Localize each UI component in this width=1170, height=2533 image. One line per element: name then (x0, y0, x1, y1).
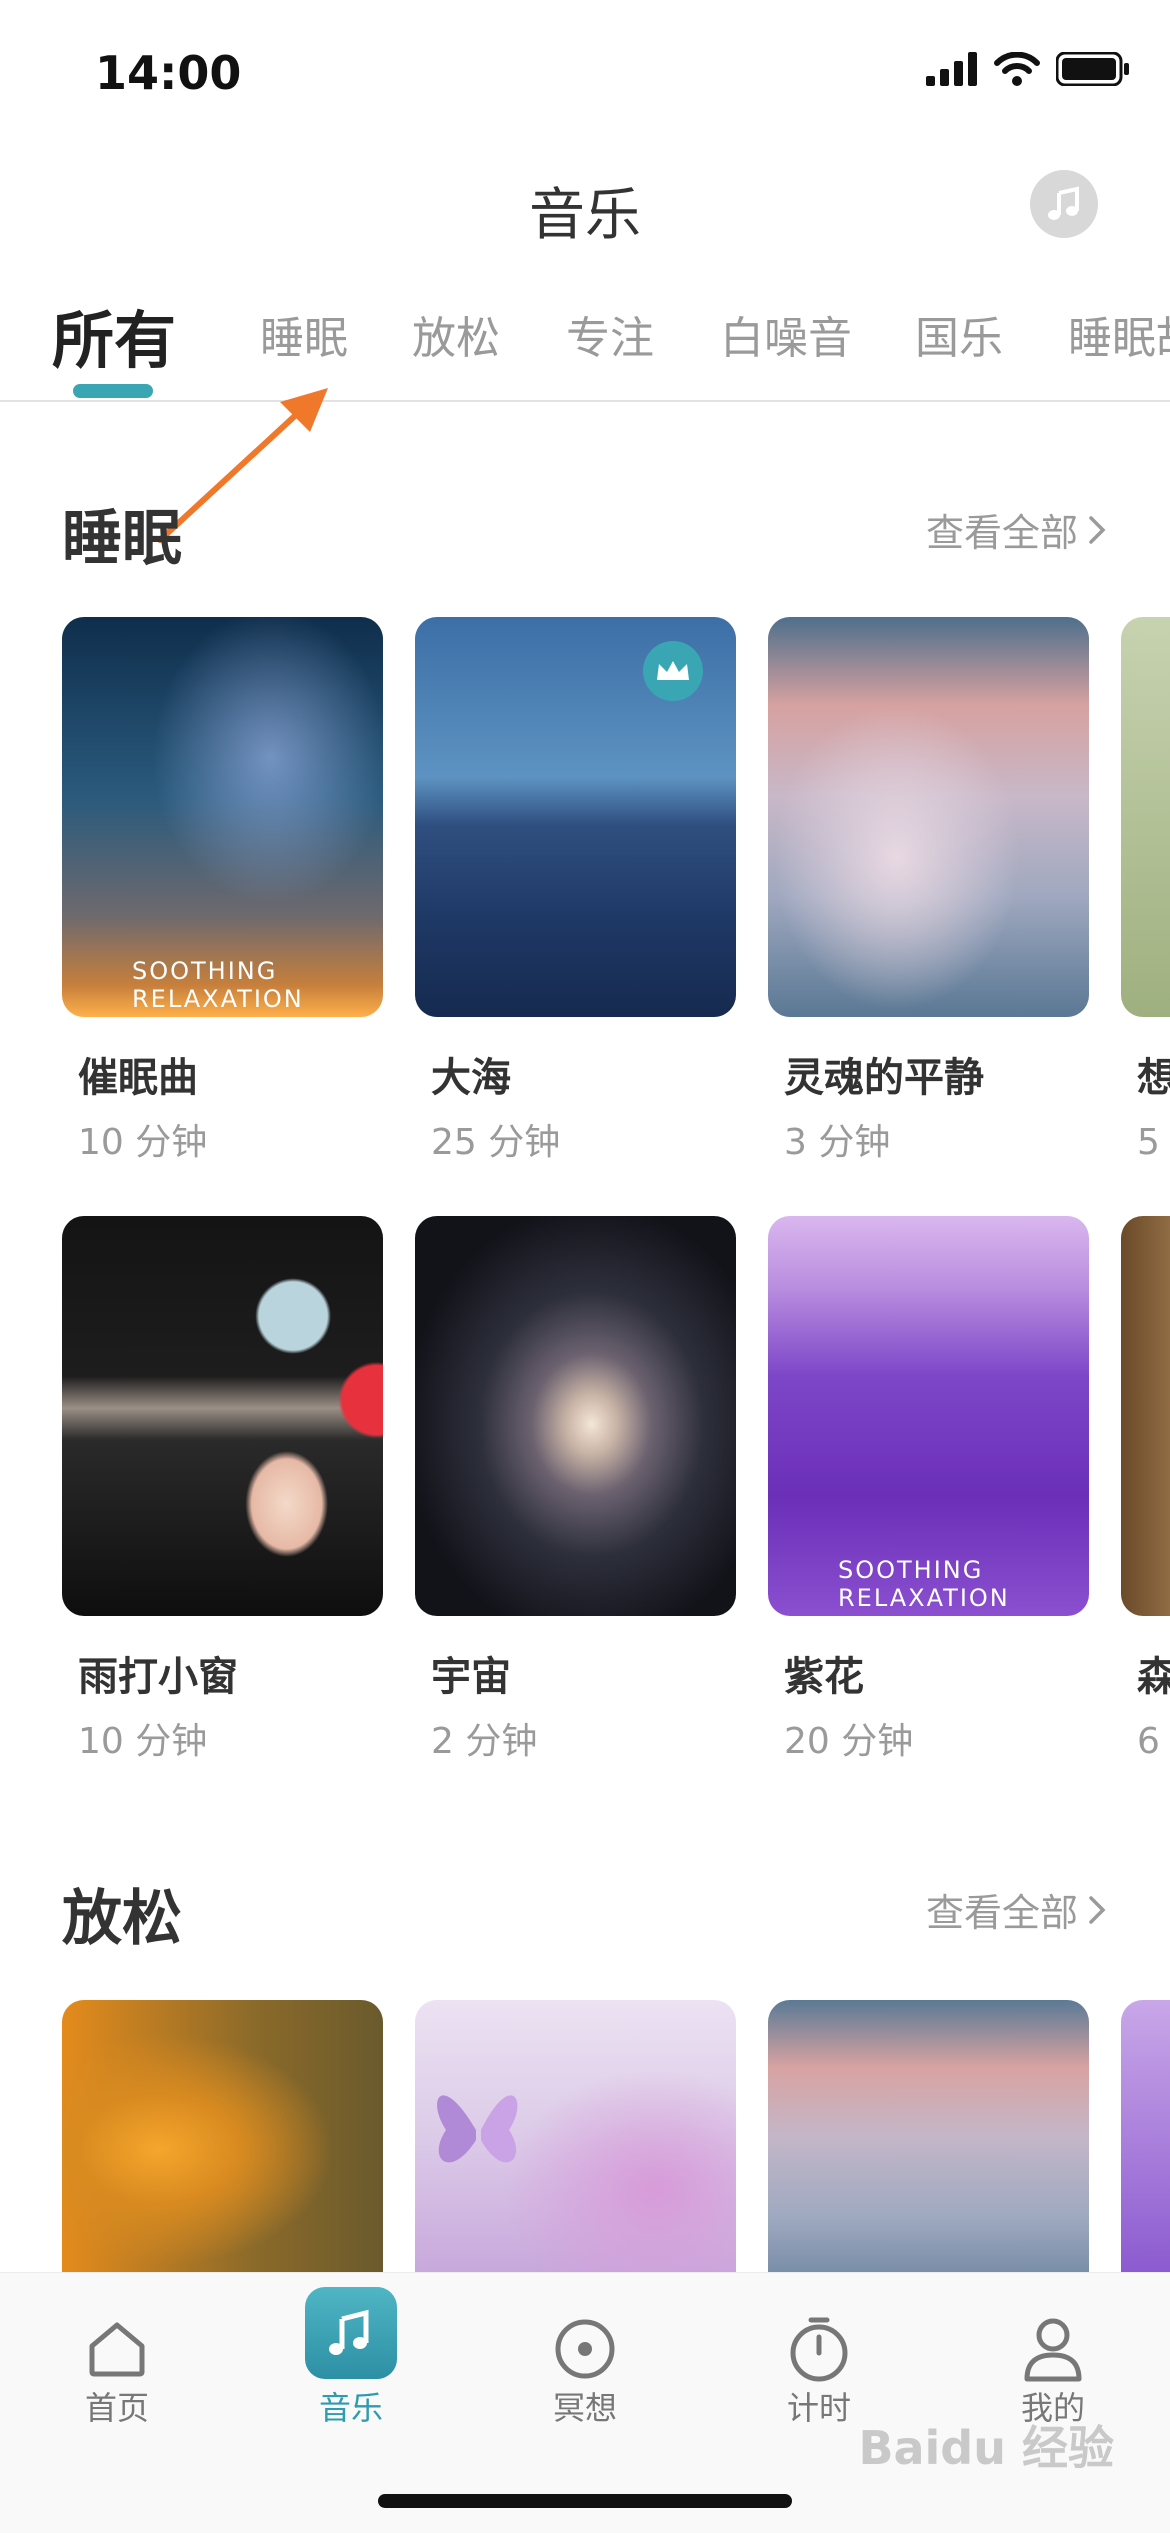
now-playing-button[interactable] (1030, 170, 1098, 238)
card-title: 想 (1137, 1055, 1170, 1101)
card-logo-text: SOOTHING RELAXATION (838, 1556, 1010, 1612)
tab-sleep[interactable]: 睡眠 (260, 302, 348, 366)
premium-badge (643, 641, 703, 701)
home-indicator[interactable] (378, 2494, 792, 2508)
track-card[interactable]: SOOTHING RELAXATION 紫花 20 分钟 (768, 1216, 1089, 1762)
meditation-icon (539, 2303, 631, 2395)
track-card[interactable] (62, 2000, 383, 2272)
track-card[interactable] (768, 2000, 1089, 2272)
card-title: 宇宙 (431, 1654, 511, 1700)
tabbar-label: 冥想 (552, 2389, 617, 2427)
status-icons (926, 52, 1130, 86)
track-card[interactable]: 大海 25 分钟 (415, 617, 736, 1163)
card-image (768, 617, 1089, 1017)
view-all-label: 查看全部 (925, 1891, 1078, 1935)
card-title: 催眠曲 (78, 1055, 198, 1101)
music-note-icon (1048, 186, 1079, 220)
card-image (1121, 2000, 1170, 2272)
track-card[interactable]: 想 5 分 (1121, 617, 1170, 1177)
track-card[interactable] (1121, 2000, 1170, 2272)
card-image (62, 1216, 383, 1616)
status-time: 14:00 (95, 46, 242, 100)
signal-icon (926, 52, 977, 86)
card-duration: 3 分钟 (784, 1122, 891, 1163)
card-title: 雨打小窗 (78, 1654, 238, 1700)
card-duration: 5 分 (1137, 1122, 1170, 1163)
section-title-relax: 放松 (62, 1884, 182, 1954)
card-duration: 20 分钟 (784, 1721, 914, 1762)
profile-icon (1007, 2303, 1099, 2395)
card-image (415, 1216, 736, 1616)
tab-relax[interactable]: 放松 (412, 302, 500, 366)
view-all-sleep-link[interactable]: 查看全部 (926, 502, 1106, 557)
tabbar-label: 音乐 (318, 2389, 383, 2427)
tab-focus[interactable]: 专注 (566, 302, 654, 366)
card-duration: 2 分钟 (431, 1721, 538, 1762)
chevron-right-icon (1089, 1895, 1106, 1924)
home-icon (71, 2303, 163, 2395)
butterfly-icon (437, 2095, 518, 2163)
track-card[interactable]: 森 6 分 (1121, 1216, 1170, 1776)
crown-icon (657, 661, 689, 680)
tabbar-label: 首页 (84, 2389, 149, 2427)
card-image (768, 2000, 1089, 2272)
track-card[interactable]: SOOTHING RELAXATION 催眠曲 10 分钟 (62, 617, 383, 1163)
section-title-sleep: 睡眠 (62, 504, 182, 574)
tab-active-indicator (73, 384, 153, 398)
watermark: Baidu 经验 (858, 2421, 1114, 2475)
track-card[interactable]: 灵魂的平静 3 分钟 (768, 617, 1089, 1163)
chevron-right-icon (1089, 515, 1106, 544)
tab-all[interactable]: 所有 (52, 290, 176, 380)
card-image (415, 2000, 736, 2272)
card-duration: 6 分 (1137, 1721, 1170, 1762)
view-all-relax-link[interactable]: 查看全部 (926, 1882, 1106, 1937)
card-image (1121, 617, 1170, 1017)
tab-white-noise[interactable]: 白噪音 (720, 302, 852, 366)
tabbar-music[interactable]: 音乐 (234, 2273, 468, 2473)
page-title: 音乐 (529, 183, 641, 248)
track-card[interactable] (415, 2000, 736, 2272)
card-title: 紫花 (784, 1654, 864, 1700)
card-title: 灵魂的平静 (784, 1055, 984, 1101)
music-note-icon (305, 2287, 397, 2379)
track-card[interactable]: 雨打小窗 10 分钟 (62, 1216, 383, 1762)
card-image (1121, 1216, 1170, 1616)
tabbar-meditation[interactable]: 冥想 (468, 2273, 702, 2473)
battery-icon (1056, 52, 1129, 86)
tab-sleep-stories[interactable]: 睡眠故 (1068, 302, 1170, 366)
card-image: SOOTHING RELAXATION (768, 1216, 1089, 1616)
card-duration: 10 分钟 (78, 1721, 208, 1762)
card-image: SOOTHING RELAXATION (62, 617, 383, 1017)
timer-icon (773, 2303, 865, 2395)
card-logo-text: SOOTHING RELAXATION (132, 957, 304, 1013)
wifi-icon (994, 52, 1040, 86)
card-duration: 10 分钟 (78, 1122, 208, 1163)
tab-chinese-music[interactable]: 国乐 (915, 302, 1003, 366)
view-all-label: 查看全部 (925, 511, 1078, 555)
card-title: 森 (1137, 1654, 1170, 1700)
track-card[interactable]: 宇宙 2 分钟 (415, 1216, 736, 1762)
card-duration: 25 分钟 (431, 1122, 561, 1163)
tabbar-home[interactable]: 首页 (0, 2273, 234, 2473)
card-title: 大海 (431, 1055, 511, 1101)
card-image (62, 2000, 383, 2272)
